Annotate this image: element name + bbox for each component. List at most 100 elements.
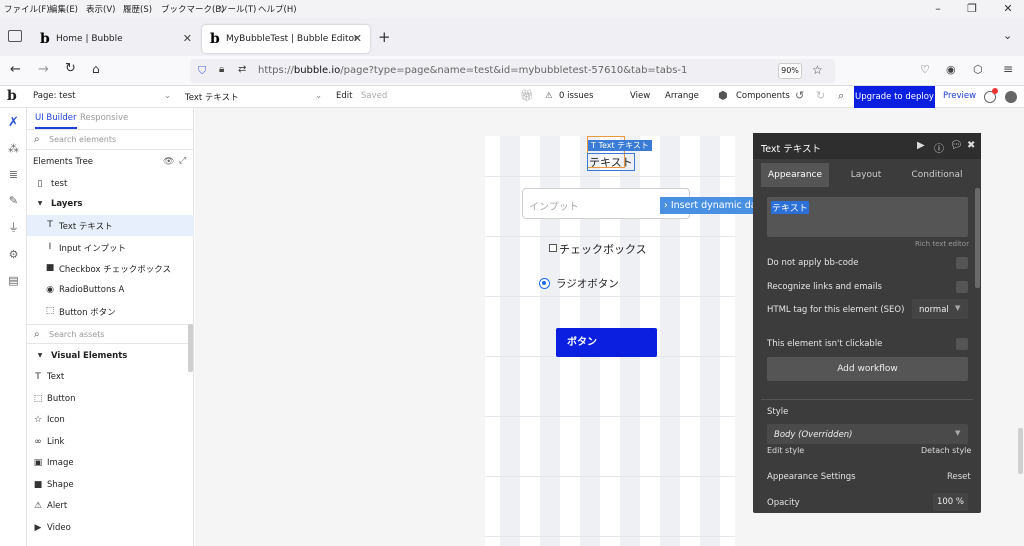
menu-bookmarks[interactable]: ブックマーク(B) — [161, 3, 224, 15]
reset-link[interactable]: Reset — [947, 472, 971, 482]
tab-appearance[interactable]: Appearance — [761, 163, 829, 187]
menu-tools[interactable]: ツール(T) — [219, 3, 256, 15]
view-menu[interactable]: View — [630, 91, 650, 101]
recognize-links-checkbox[interactable] — [956, 281, 968, 293]
no-bbcode-checkbox[interactable] — [956, 257, 968, 269]
opacity-input[interactable]: 100 % — [933, 493, 968, 511]
undo-icon[interactable]: ↺ — [795, 89, 804, 102]
search-assets[interactable]: ⌕ Search assets — [27, 324, 194, 344]
upgrade-to-deploy-button[interactable]: Upgrade to deploy — [854, 86, 935, 108]
page-selector[interactable]: Page: test — [33, 91, 75, 101]
visual-element-item[interactable]: ⚠ Alert — [27, 496, 194, 517]
visual-element-item[interactable]: ■ Shape — [27, 475, 194, 496]
logs-icon[interactable]: ▤ — [7, 274, 20, 287]
tab-ui-builder[interactable]: UI Builder — [35, 113, 77, 129]
tab-conditional[interactable]: Conditional — [903, 163, 971, 187]
arrange-menu[interactable]: Arrange — [665, 91, 699, 101]
visual-elements-header[interactable]: ▼ Visual Elements — [27, 346, 194, 367]
new-tab-icon[interactable]: + — [378, 28, 391, 46]
menu-edit[interactable]: 編集(E) — [49, 3, 78, 15]
pocket-icon[interactable]: ♡ — [920, 63, 930, 76]
info-icon[interactable]: ⓘ — [934, 140, 944, 155]
help-icon[interactable] — [984, 88, 998, 103]
insert-dynamic-data-button[interactable]: › Insert dynamic data — [660, 197, 766, 214]
side-scrollbar[interactable] — [188, 324, 193, 372]
tab-responsive[interactable]: Responsive — [80, 113, 128, 123]
html-tag-select[interactable]: normal ▼ — [912, 299, 968, 319]
permissions-icon[interactable]: ⇄ — [238, 64, 246, 75]
radio-element[interactable] — [539, 278, 550, 289]
reload-icon[interactable]: ↻ — [65, 61, 76, 76]
gift-icon[interactable]: 🎁︎ — [520, 89, 534, 102]
plugins-icon[interactable]: ⏚ — [7, 221, 20, 234]
menu-view[interactable]: 表示(V) — [86, 3, 115, 15]
search-icon[interactable]: ⌕ — [838, 89, 844, 103]
expand-icon[interactable]: ⤢ — [179, 156, 186, 166]
canvas-scrollbar[interactable] — [1018, 428, 1023, 474]
tab-home[interactable]: b Home | Bubble ✕ — [32, 25, 200, 53]
visual-element-item[interactable]: ☆ Icon — [27, 410, 194, 431]
tab-layout[interactable]: Layout — [833, 163, 899, 187]
warning-icon[interactable]: ⚠ — [545, 91, 553, 101]
redo-icon[interactable]: ↻ — [816, 89, 825, 102]
tree-page-item[interactable]: ▯ test — [27, 174, 194, 195]
bookmark-star-icon[interactable]: ☆ — [812, 63, 823, 77]
layer-item[interactable]: ◉ RadioButtons A — [27, 280, 194, 301]
visual-element-item[interactable]: ⬚ Button — [27, 389, 194, 410]
play-icon[interactable]: ▶ — [917, 140, 925, 151]
visual-element-item[interactable]: ▣ Image — [27, 453, 194, 474]
chevron-down-icon[interactable]: ⌄ — [1003, 29, 1012, 42]
close-icon[interactable]: ✖ — [967, 140, 975, 151]
bubble-logo-icon[interactable]: b — [7, 88, 17, 104]
edit-style-link[interactable]: Edit style — [767, 446, 804, 455]
avatar[interactable] — [1005, 91, 1017, 103]
extensions-icon[interactable]: ⬡ — [973, 63, 983, 76]
layer-item[interactable]: ⬚ Button ボタン — [27, 301, 194, 322]
layer-item[interactable]: ■ Checkbox チェックボックス — [27, 258, 194, 279]
rich-text-editor-link[interactable]: Rich text editor — [915, 240, 969, 248]
layer-item[interactable]: I Input インプット — [27, 237, 194, 258]
preview-button[interactable]: Preview — [943, 91, 976, 101]
back-icon[interactable]: ← — [10, 62, 21, 77]
visual-element-item[interactable]: ∞ Link — [27, 432, 194, 453]
visual-element-item[interactable]: ▶ Video — [27, 518, 194, 539]
close-window-icon[interactable]: ✕ — [1001, 2, 1015, 16]
restore-icon[interactable]: ❐ — [965, 2, 979, 16]
menu-icon[interactable]: ≡ — [1003, 62, 1013, 76]
button-element[interactable]: ボタン — [556, 328, 657, 357]
checkbox-element[interactable] — [549, 244, 557, 252]
eye-icon[interactable]: 👁︎ — [163, 157, 174, 167]
lock-icon[interactable]: 🔒︎ — [219, 64, 224, 75]
issues-count[interactable]: 0 issues — [559, 91, 593, 101]
url-bar[interactable]: ⛉ 🔒︎ ⇄ https://bubble.io/page?type=page&… — [190, 59, 835, 83]
menu-help[interactable]: ヘルプ(H) — [258, 3, 297, 15]
menu-history[interactable]: 履歴(S) — [123, 3, 152, 15]
settings-icon[interactable]: ⚙ — [7, 248, 20, 261]
style-select[interactable]: Body (Overridden) ▼ — [767, 424, 968, 444]
account-icon[interactable]: ◉ — [946, 63, 956, 76]
detach-style-link[interactable]: Detach style — [921, 446, 971, 455]
forward-icon[interactable]: → — [38, 62, 49, 77]
shield-icon[interactable]: ⛉ — [198, 64, 206, 78]
text-element[interactable]: テキスト — [587, 153, 635, 171]
data-icon[interactable]: ≣ — [7, 168, 20, 181]
tree-layers[interactable]: ▼ Layers — [27, 194, 194, 215]
home-icon[interactable]: ⌂ — [92, 62, 100, 76]
not-clickable-checkbox[interactable] — [956, 338, 968, 350]
comment-icon[interactable]: 💬︎ — [950, 140, 963, 151]
workflow-icon[interactable]: ⁂ — [7, 142, 20, 155]
layer-item[interactable]: T Text テキスト — [27, 215, 194, 236]
visual-element-item[interactable]: T Text — [27, 367, 194, 388]
components-button[interactable]: Components — [736, 91, 790, 101]
minimize-icon[interactable]: – — [931, 2, 945, 16]
design-tools-icon[interactable]: ✗ — [7, 116, 20, 129]
close-tab-icon[interactable]: ✕ — [183, 32, 192, 45]
editor-scrollbar[interactable] — [975, 188, 980, 288]
close-tab-icon[interactable]: ✕ — [353, 32, 362, 45]
search-elements[interactable]: ⌕ Search elements — [27, 130, 194, 150]
tab-overview-icon[interactable] — [8, 30, 22, 42]
add-workflow-button[interactable]: Add workflow — [767, 357, 968, 381]
menu-file[interactable]: ファイル(F) — [4, 3, 50, 15]
element-selector[interactable]: Text テキスト — [185, 91, 239, 103]
text-content-field[interactable]: テキスト — [767, 197, 968, 237]
